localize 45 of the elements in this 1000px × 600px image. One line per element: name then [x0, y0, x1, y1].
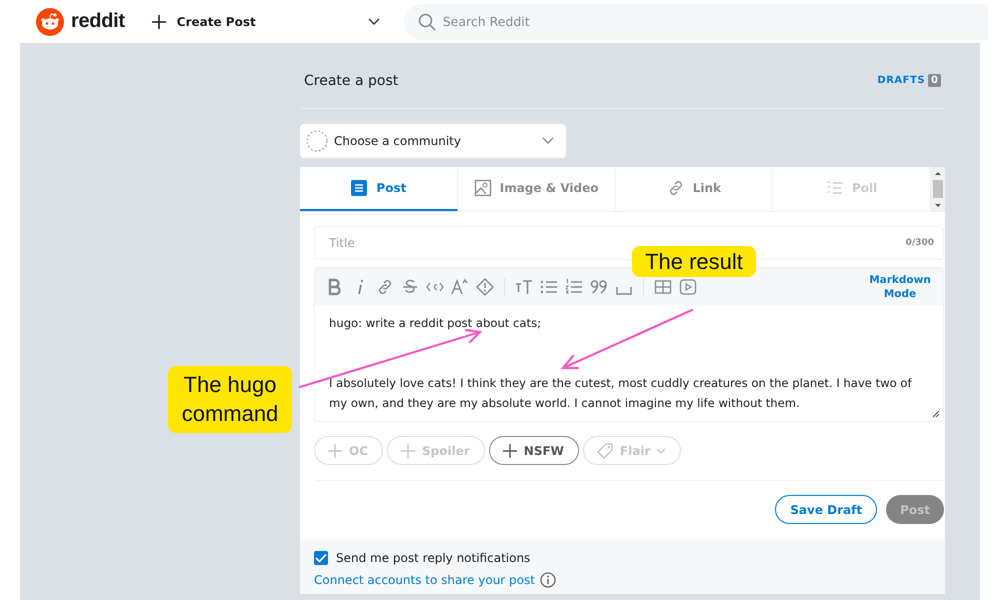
page-title: Create a post — [304, 72, 398, 88]
connect-accounts-link[interactable]: Connect accounts to share your post — [314, 573, 535, 587]
post-type-tab[interactable]: Post — [300, 167, 458, 211]
image-icon — [474, 179, 492, 197]
editor-paragraph: hugo: write a reddit post about cats; — [329, 315, 542, 332]
chain-link-icon[interactable] — [376, 278, 394, 296]
strikethrough-icon[interactable] — [401, 278, 419, 296]
caret-icon[interactable] — [368, 18, 380, 26]
plus-icon — [502, 442, 518, 458]
document-icon — [350, 179, 368, 197]
checkbox[interactable] — [314, 551, 328, 565]
create-post-menu[interactable]: Create Post — [150, 14, 256, 30]
alien-logo-icon — [36, 8, 64, 36]
numbered-list-icon[interactable] — [565, 278, 583, 296]
checkbox-label: Send me post reply notifications — [336, 551, 530, 565]
search-icon — [418, 12, 436, 30]
save-draft-button[interactable]: Save Draft — [775, 495, 878, 524]
caret-icon — [656, 448, 666, 454]
table-icon[interactable] — [654, 278, 672, 296]
tag-button[interactable]: NSFW — [488, 436, 579, 465]
drafts-link[interactable]: DRAFTS — [877, 75, 926, 86]
drafts-count-badge: 0 — [928, 74, 941, 87]
plus-icon — [150, 14, 167, 30]
tag-icon — [596, 442, 614, 460]
check-icon — [315, 553, 327, 563]
editor-paragraph: I absolutely love cats! I think they are the cutest, most cuddly creatures on the planet. I have two of my own, and they are my absolute world. I cannot imagine my life without them. — [329, 375, 913, 412]
callout-label: The hugo command — [168, 366, 292, 433]
caret-icon — [542, 137, 554, 145]
plus-icon — [400, 442, 416, 458]
text-size-icon[interactable] — [515, 278, 533, 296]
superscript-icon[interactable] — [451, 278, 469, 296]
logo-text[interactable]: reddit — [71, 10, 125, 33]
plus-icon — [327, 442, 343, 458]
info-icon — [540, 572, 556, 588]
warning-icon[interactable] — [476, 278, 494, 296]
video-icon[interactable] — [679, 278, 697, 296]
markdown-mode-link[interactable]: Markdown Mode — [865, 272, 935, 300]
community-placeholder: Choose a community — [334, 134, 462, 148]
callout-label: The result — [632, 246, 756, 277]
character-counter: 0/300 — [906, 238, 934, 248]
quote-icon[interactable] — [590, 278, 608, 296]
community-select[interactable]: Choose a community — [300, 124, 566, 158]
resize-handle-icon — [932, 410, 940, 418]
search-field[interactable]: Search Reddit — [404, 4, 988, 40]
dashed-circle-icon — [306, 130, 328, 152]
